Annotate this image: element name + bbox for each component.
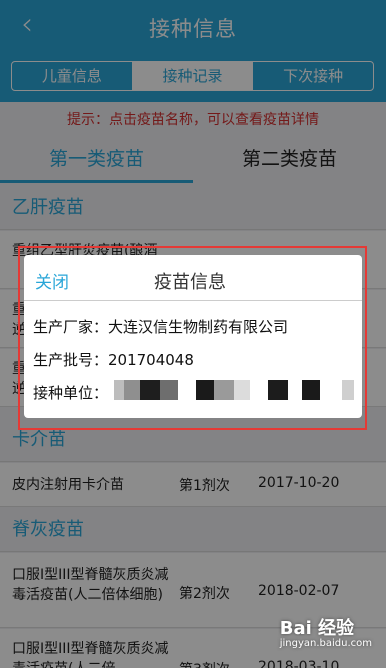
watermark-brand: Bai 经验 — [279, 618, 355, 639]
watermark-url: jingyan.baidu.com — [279, 638, 372, 649]
highlight-frame — [18, 246, 367, 430]
watermark: Bai 经验 jingyan.baidu.com — [280, 614, 372, 649]
